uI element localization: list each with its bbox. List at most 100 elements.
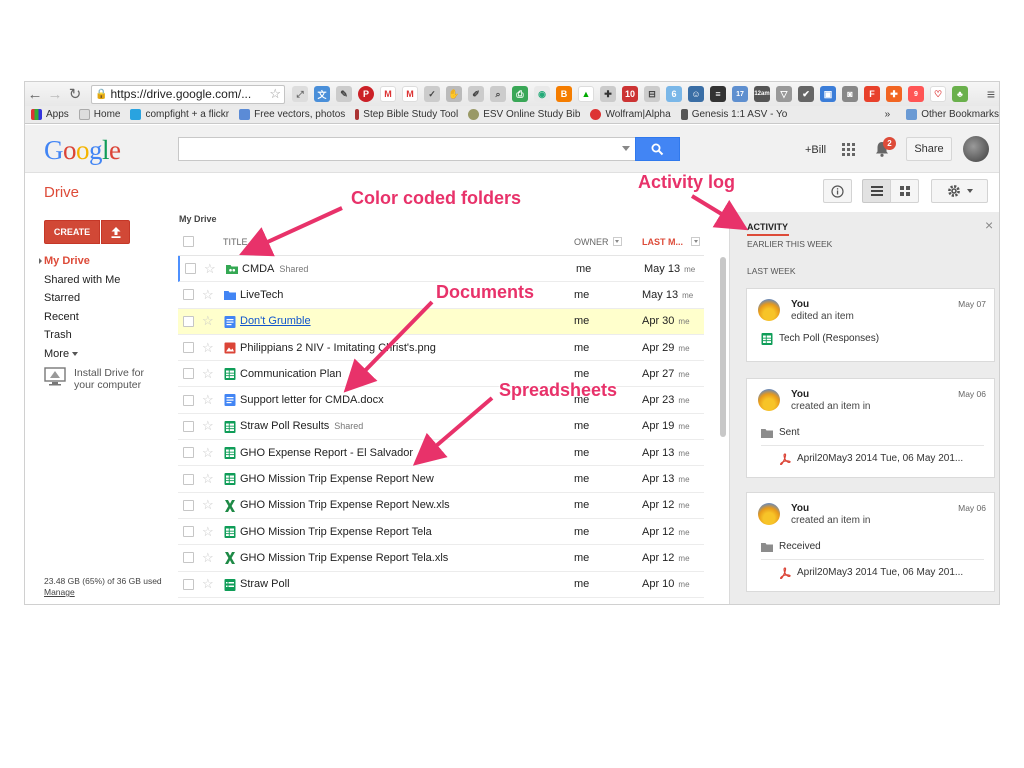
translate-ext-icon[interactable]: 文 — [314, 86, 330, 102]
nav-more[interactable]: More — [44, 345, 120, 364]
bookmark-other[interactable]: Other Bookmarks — [906, 109, 999, 120]
account-avatar[interactable] — [963, 136, 989, 162]
manage-storage-link[interactable]: Manage — [44, 587, 162, 597]
file-name[interactable]: GHO Mission Trip Expense Report Tela.xls — [240, 552, 453, 564]
google-logo[interactable]: Google — [44, 135, 121, 166]
share-button[interactable]: Share — [906, 137, 952, 161]
bookmark-wolfram[interactable]: Wolfram|Alpha — [590, 109, 671, 120]
clip-ext-icon[interactable]: ◉ — [534, 86, 550, 102]
feedly-ext-icon[interactable]: F — [864, 86, 880, 102]
star-icon[interactable]: ☆ — [202, 445, 214, 461]
nav-recent[interactable]: Recent — [44, 308, 120, 327]
activity-item[interactable]: Sent — [761, 427, 800, 438]
file-name[interactable]: GHO Mission Trip Expense Report New — [240, 473, 439, 485]
plus-user-link[interactable]: +Bill — [805, 144, 826, 156]
bookmark-star-icon[interactable]: ☆ — [269, 86, 284, 102]
file-name[interactable]: Don't Grumble — [240, 315, 316, 327]
select-all-checkbox[interactable] — [183, 236, 194, 247]
row-checkbox[interactable] — [183, 578, 194, 590]
file-name[interactable]: GHO Mission Trip Expense Report New.xls — [240, 499, 455, 511]
file-row[interactable]: ☆ GHO Mission Trip Expense Report Tela me A… — [178, 519, 704, 546]
nav-my-drive[interactable]: My Drive — [38, 252, 120, 271]
star-icon[interactable]: ☆ — [202, 340, 214, 356]
star-icon[interactable]: ☆ — [202, 418, 214, 434]
clock-ext-icon[interactable]: 12am — [754, 86, 770, 102]
upload-button[interactable] — [101, 220, 130, 244]
bookmark-esv[interactable]: ESV Online Study Bib — [468, 109, 580, 120]
bookmark-free-vectors[interactable]: Free vectors, photos — [239, 109, 345, 120]
activity-card[interactable]: You May 06 created an item in Sent April20Ma… — [746, 378, 995, 478]
portrait-ext-icon[interactable]: ☺ — [688, 86, 704, 102]
file-name[interactable]: CMDA Shared — [242, 263, 308, 275]
forward-button[interactable]: → — [45, 84, 65, 104]
star-icon[interactable]: ☆ — [202, 550, 214, 566]
file-row[interactable]: ☆ Communication Plan me Apr 27 me — [178, 361, 704, 388]
nav-shared-with-me[interactable]: Shared with Me — [44, 271, 120, 290]
resize-ext-icon[interactable]: ⤢ — [292, 86, 308, 102]
file-name[interactable]: LiveTech — [240, 289, 288, 301]
install-drive-link[interactable]: Install Drive for your computer — [44, 367, 152, 391]
file-name[interactable]: GHO Expense Report - El Salvador — [240, 447, 418, 459]
search-button[interactable] — [635, 137, 680, 161]
row-checkbox[interactable] — [183, 368, 194, 380]
pocket-ext-icon[interactable]: ▽ — [776, 86, 792, 102]
leaf-ext-icon[interactable]: ♣ — [952, 86, 968, 102]
file-name[interactable]: Straw Poll Results Shared — [240, 420, 363, 432]
reload-button[interactable]: ↻ — [65, 84, 85, 104]
star-icon[interactable]: ☆ — [202, 366, 214, 382]
star-icon[interactable]: ☆ — [202, 497, 214, 513]
file-row[interactable]: ☆ Straw Poll Results Shared me Apr 19 me — [178, 414, 704, 441]
heart-ext-icon[interactable]: ♡ — [930, 86, 946, 102]
search-input[interactable] — [178, 137, 636, 161]
evernote-ext-icon[interactable]: ✎ — [336, 86, 352, 102]
file-name[interactable]: Philippians 2 NIV - Imitating Christ's.p… — [240, 342, 441, 354]
number-ext-icon[interactable]: 6 — [666, 86, 682, 102]
list-view-button[interactable] — [862, 179, 891, 203]
settings-button[interactable] — [931, 179, 988, 203]
grid-view-button[interactable] — [890, 179, 919, 203]
pinterest-ext-icon[interactable]: P — [358, 86, 374, 102]
column-owner[interactable]: OWNER — [574, 237, 622, 247]
star-icon[interactable]: ☆ — [202, 576, 214, 592]
bookmark-home[interactable]: Home — [78, 109, 120, 120]
file-row[interactable]: ☆ Philippians 2 NIV - Imitating Christ's.… — [178, 335, 704, 362]
file-row[interactable]: ☆ Don't Grumble me Apr 30 me — [178, 308, 704, 335]
camera-ext-icon[interactable]: ◙ — [842, 86, 858, 102]
row-checkbox[interactable] — [183, 499, 194, 511]
bookmark-apps[interactable]: Apps — [31, 109, 69, 120]
row-checkbox[interactable] — [183, 420, 194, 432]
activity-title[interactable]: ACTIVITY — [747, 222, 788, 232]
calendar-ext-icon[interactable]: 17 — [732, 86, 748, 102]
row-checkbox[interactable] — [183, 315, 194, 327]
file-row[interactable]: ☆ GHO Mission Trip Expense Report New.xls… — [178, 493, 704, 519]
file-row[interactable]: ☆ Support letter for CMDA.docx me Apr 23 me — [178, 387, 704, 414]
file-name[interactable]: Communication Plan — [240, 368, 347, 380]
buffer-ext-icon[interactable]: ≡ — [710, 86, 726, 102]
row-checkbox[interactable] — [185, 263, 196, 275]
activity-card[interactable]: You May 07 edited an item Tech Poll (Respon… — [746, 288, 995, 362]
star-icon[interactable]: ☆ — [202, 313, 214, 329]
file-name[interactable]: Support letter for CMDA.docx — [240, 394, 389, 406]
create-button[interactable]: CREATE — [44, 220, 100, 244]
activity-item[interactable]: April20May3 2014 Tue, 06 May 201... — [779, 567, 963, 580]
drive-ext-icon[interactable]: ▲ — [578, 86, 594, 102]
close-icon[interactable]: × — [985, 217, 993, 233]
activity-item[interactable]: Received — [761, 541, 821, 552]
gmail-ext-icon[interactable]: M — [380, 86, 396, 102]
drive-title[interactable]: Drive — [44, 184, 79, 201]
file-row[interactable]: ☆ GHO Expense Report - El Salvador me Apr 1… — [178, 440, 704, 467]
star-icon[interactable]: ☆ — [204, 261, 216, 277]
activity-card[interactable]: You May 06 created an item in Received April… — [746, 492, 995, 592]
row-checkbox[interactable] — [183, 342, 194, 354]
activity-item[interactable]: Tech Poll (Responses) — [761, 333, 879, 345]
row-checkbox[interactable] — [183, 552, 194, 564]
file-row[interactable]: ☆ CMDA Shared me May 13 me — [178, 256, 704, 283]
print-ext-icon[interactable]: ⎙ — [512, 86, 528, 102]
magnifier-ext-icon[interactable]: ⌕ — [490, 86, 506, 102]
asterisk-ext-icon[interactable]: 9 — [908, 86, 924, 102]
bookmark-genesis[interactable]: Genesis 1:1 ASV - Yo — [680, 109, 787, 120]
row-checkbox[interactable] — [183, 447, 194, 459]
docs-ext-icon[interactable]: ⊟ — [644, 86, 660, 102]
activity-item[interactable]: April20May3 2014 Tue, 06 May 201... — [779, 453, 963, 466]
tool-ext-icon[interactable]: ✓ — [424, 86, 440, 102]
